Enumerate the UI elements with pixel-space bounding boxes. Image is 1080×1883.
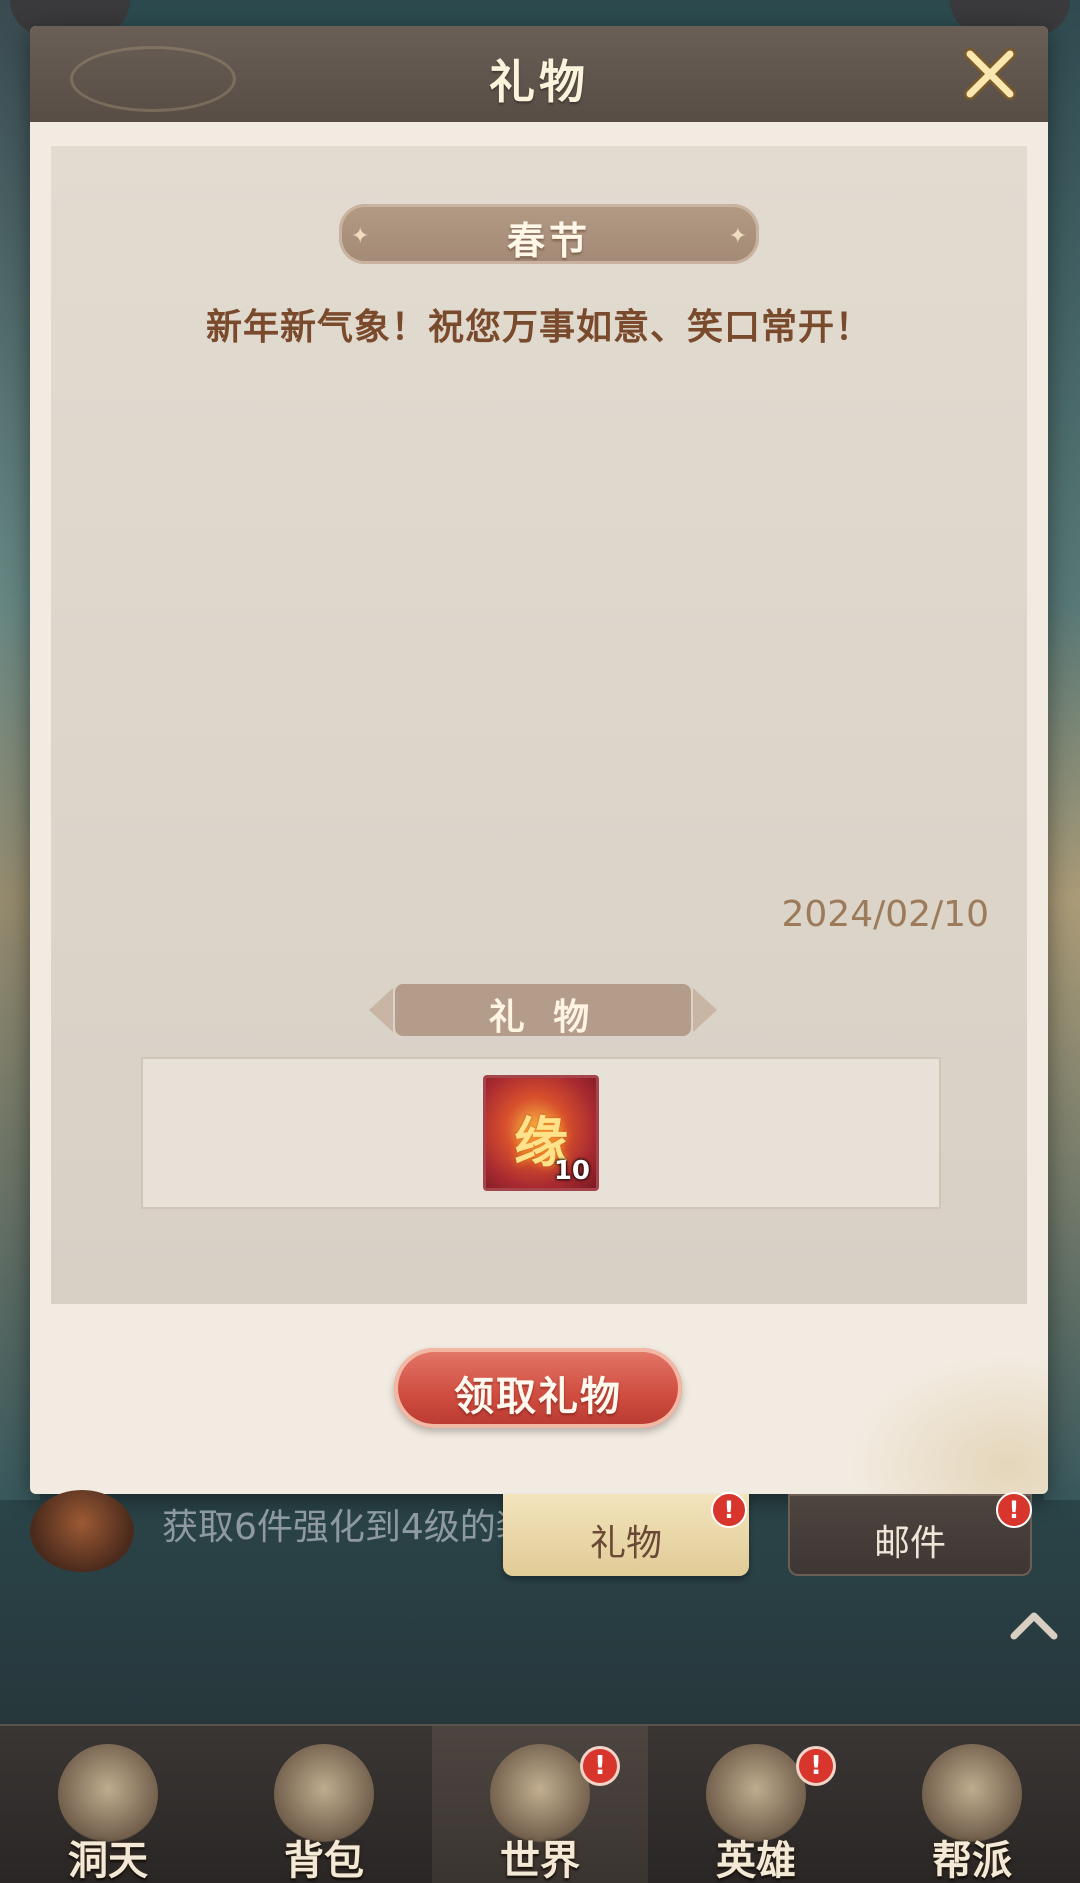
dialog-title: 礼物 bbox=[489, 55, 589, 109]
header-ribbon: ✦ ✦ 春节 bbox=[321, 202, 777, 266]
gift-section-ribbon: 礼 物 bbox=[369, 984, 717, 1038]
nav-label-guild: 帮派 bbox=[932, 1838, 1012, 1883]
task-avatar bbox=[30, 1490, 134, 1572]
dialog-header: 礼物 bbox=[30, 26, 1048, 122]
greeting-message: 新年新气象！祝您万事如意、笑口常开！ bbox=[205, 307, 872, 348]
nav-item-world[interactable]: 世界 ! bbox=[432, 1726, 648, 1883]
nav-item-guild[interactable]: 帮派 bbox=[864, 1726, 1080, 1883]
ribbon-title: 春节 bbox=[506, 219, 591, 263]
claim-button-label: 领取礼物 bbox=[454, 1374, 622, 1420]
nav-label-world: 世界 bbox=[500, 1838, 580, 1883]
close-button[interactable] bbox=[960, 44, 1020, 104]
nav-label-dongtian: 洞天 bbox=[68, 1838, 148, 1883]
chevron-up-icon bbox=[1010, 1612, 1058, 1640]
bottom-nav: 洞天 背包 世界 ! 英雄 ! 帮派 bbox=[0, 1724, 1080, 1883]
nav-label-bag: 背包 bbox=[284, 1838, 364, 1883]
exclamation-badge-icon: ! bbox=[796, 1746, 836, 1786]
claim-gift-button[interactable]: 领取礼物 bbox=[394, 1348, 682, 1428]
task-text: 获取6件强化到4级的装 bbox=[162, 1507, 532, 1548]
gift-dialog: 礼物 ✦ ✦ 春节 新年新气象！祝您万事如意、笑口常开！ 2024/02/10 … bbox=[30, 26, 1048, 1494]
nav-item-hero[interactable]: 英雄 ! bbox=[648, 1726, 864, 1883]
gift-item-box: 缘 10 bbox=[141, 1057, 941, 1209]
nav-item-bag[interactable]: 背包 bbox=[216, 1726, 432, 1883]
exclamation-badge-icon: ! bbox=[996, 1492, 1032, 1528]
background-right bbox=[1044, 0, 1080, 1500]
nav-item-dongtian[interactable]: 洞天 bbox=[0, 1726, 216, 1883]
cloud-decoration bbox=[848, 1354, 1048, 1494]
nav-label-hero: 英雄 bbox=[716, 1838, 796, 1883]
exclamation-badge-icon: ! bbox=[711, 1492, 747, 1528]
gift-item-fate-scroll[interactable]: 缘 10 bbox=[483, 1075, 599, 1191]
exclamation-badge-icon: ! bbox=[580, 1746, 620, 1786]
mail-date: 2024/02/10 bbox=[781, 894, 990, 935]
gift-section-label: 礼 物 bbox=[488, 997, 598, 1038]
tab-gift-label: 礼物 bbox=[589, 1523, 662, 1564]
expand-up-button[interactable] bbox=[1008, 1604, 1060, 1644]
gift-item-count: 10 bbox=[553, 1156, 590, 1186]
mail-content-panel: ✦ ✦ 春节 新年新气象！祝您万事如意、笑口常开！ 2024/02/10 礼 物… bbox=[51, 146, 1027, 1304]
tab-mail[interactable]: 邮件 ! bbox=[788, 1492, 1032, 1576]
tab-mail-label: 邮件 bbox=[873, 1523, 946, 1564]
tab-gift[interactable]: 礼物 ! bbox=[503, 1492, 749, 1576]
close-icon bbox=[964, 48, 1016, 100]
